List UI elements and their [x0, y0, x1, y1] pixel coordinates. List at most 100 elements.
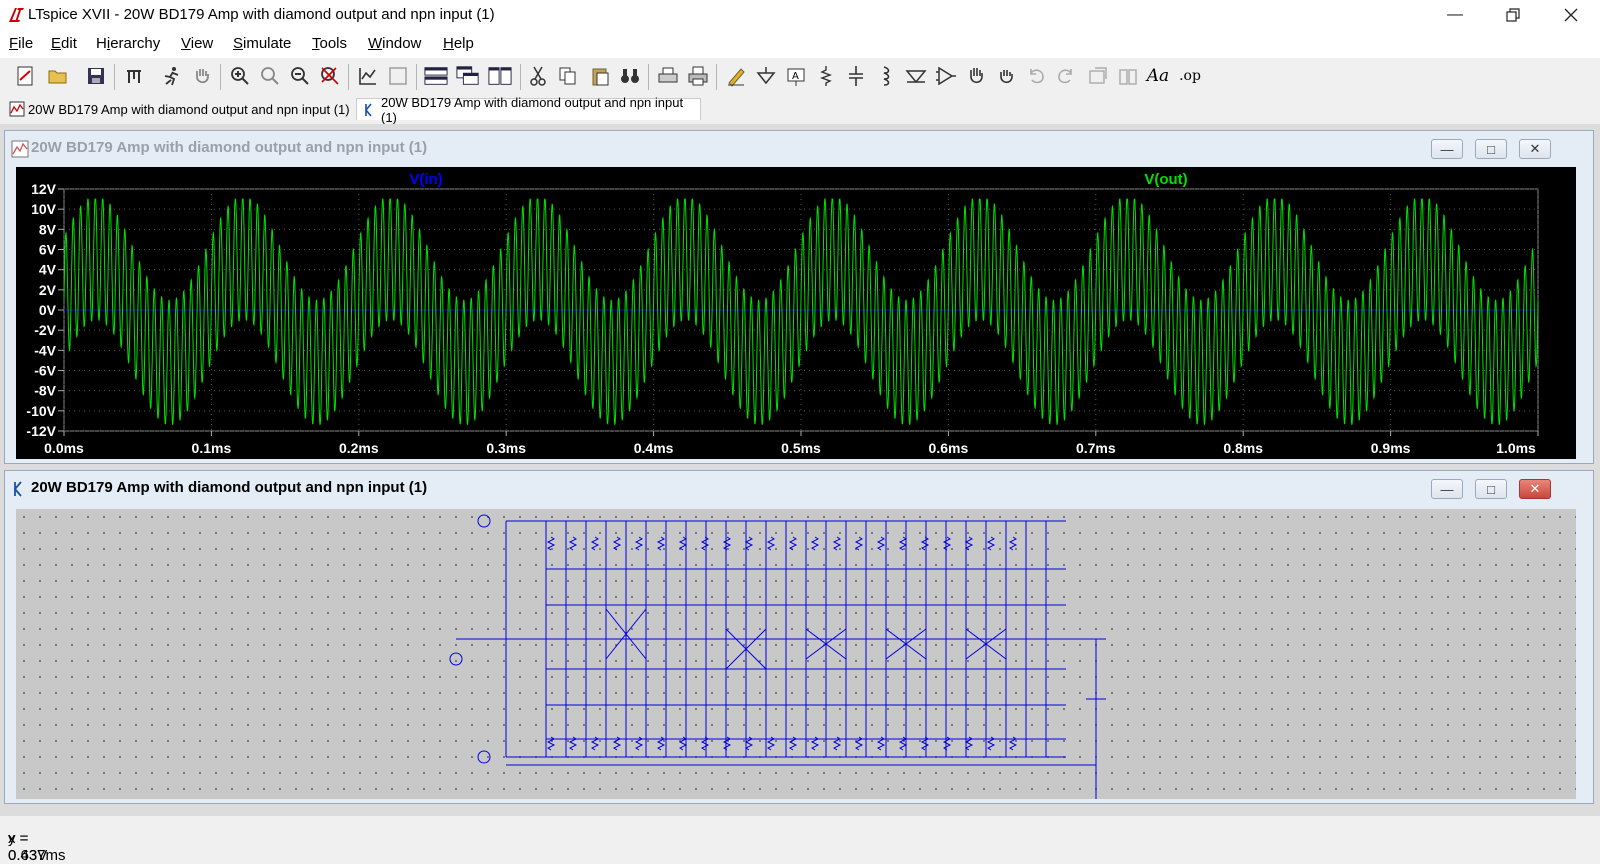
y-tick-label: -12V	[26, 423, 56, 439]
x-tick-label: 0.1ms	[192, 440, 232, 456]
label-net-icon[interactable]: A	[784, 64, 808, 88]
zoom-in-icon[interactable]	[228, 64, 252, 88]
x-tick-label: 0.0ms	[44, 440, 84, 456]
minimize-button[interactable]: —	[1426, 0, 1484, 30]
waveform-plot: 12V 10V 8V 6V 4V 2V 0V -2V -4V -6V -8V -10V -12V 0.0…	[26, 171, 1539, 456]
zoom-out-icon[interactable]	[288, 64, 312, 88]
plot-maximize-button[interactable]: □	[1475, 139, 1507, 159]
cut-icon[interactable]	[526, 64, 550, 88]
resistor-symbol	[700, 536, 710, 551]
resistor-symbol	[854, 536, 864, 551]
resistor-symbol	[656, 536, 666, 551]
capacitor-icon[interactable]	[844, 64, 868, 88]
diode-icon[interactable]	[904, 64, 928, 88]
document-tabs: 20W BD179 Amp with diamond output and np…	[0, 95, 1600, 125]
schematic-maximize-button[interactable]: □	[1475, 479, 1507, 499]
restore-button[interactable]	[1484, 0, 1542, 30]
resistor-symbol	[612, 536, 622, 551]
y-tick-label: -2V	[34, 322, 56, 338]
zoom-pan-icon[interactable]	[258, 64, 282, 88]
close-icon	[1564, 8, 1578, 22]
x-tick-label: 0.2ms	[339, 440, 379, 456]
menu-bar: File Edit Hierarchy View Simulate Tools …	[0, 30, 1600, 58]
save-icon[interactable]	[84, 64, 108, 88]
schematic-minimize-button[interactable]: —	[1431, 479, 1463, 499]
y-tick-label: 8V	[39, 221, 57, 237]
menu-tools[interactable]: Tools	[312, 35, 347, 52]
schematic-window: 20W BD179 Amp with diamond output and np…	[4, 470, 1594, 804]
halt-hand-icon[interactable]	[190, 64, 214, 88]
y-tick-label: 10V	[31, 201, 57, 217]
inductor-icon[interactable]	[874, 64, 898, 88]
source-vin	[449, 652, 463, 666]
plot-minimize-button[interactable]: —	[1431, 139, 1463, 159]
menu-help[interactable]: Help	[443, 35, 474, 52]
menu-window[interactable]: Window	[368, 35, 421, 52]
resistor-symbol	[788, 536, 798, 551]
run-icon[interactable]	[160, 64, 184, 88]
schematic-close-button[interactable]: ✕	[1519, 479, 1551, 499]
autorange-icon[interactable]	[356, 64, 380, 88]
ground-icon[interactable]	[754, 64, 778, 88]
x-tick-label: 0.6ms	[929, 440, 969, 456]
svg-text:A: A	[792, 71, 799, 82]
menu-view[interactable]: View	[181, 35, 213, 52]
zoom-fit-icon[interactable]	[318, 64, 342, 88]
resistor-symbol	[722, 536, 732, 551]
redo-icon[interactable]	[1054, 64, 1078, 88]
waveform-icon	[9, 101, 25, 117]
tile-vertical-icon[interactable]	[488, 64, 512, 88]
y-tick-label: -10V	[26, 403, 56, 419]
source-vminus	[477, 750, 491, 764]
paste-icon[interactable]	[588, 64, 612, 88]
tab-waveform[interactable]: 20W BD179 Amp with diamond output and np…	[4, 98, 354, 120]
draw-wire-icon[interactable]	[724, 64, 748, 88]
waveform-icon	[11, 140, 29, 158]
resistor-symbol	[590, 536, 600, 551]
restore-icon	[1506, 8, 1520, 22]
text-icon[interactable]: Aa	[1146, 64, 1170, 88]
undo-icon[interactable]	[1024, 64, 1048, 88]
resistor-symbol	[678, 536, 688, 551]
dc-op-label-icon[interactable]	[386, 64, 410, 88]
x-tick-label: 0.4ms	[634, 440, 674, 456]
toolbar: A Aa .op	[0, 58, 1600, 97]
drag-hand-icon[interactable]	[994, 64, 1018, 88]
move-hand-icon[interactable]	[964, 64, 988, 88]
y-tick-label: -6V	[34, 363, 56, 379]
plot-close-button[interactable]: ✕	[1519, 139, 1551, 159]
schematic-icon	[364, 103, 372, 117]
tile-horizontal-icon[interactable]	[424, 64, 448, 88]
legend-vout: V(out)	[1144, 171, 1187, 188]
menu-edit[interactable]: Edit	[51, 35, 77, 52]
menu-simulate[interactable]: Simulate	[233, 35, 291, 52]
x-tick-label: 1.0ms	[1496, 440, 1536, 456]
x-axis-ticks: 0.0ms 0.1ms 0.2ms 0.3ms 0.4ms 0.5ms 0.6ms 0.7ms…	[44, 431, 1539, 456]
mirror-icon[interactable]	[1116, 64, 1140, 88]
open-folder-icon[interactable]	[46, 64, 70, 88]
print-setup-icon[interactable]	[656, 64, 680, 88]
cascade-icon[interactable]	[456, 64, 480, 88]
find-icon[interactable]	[618, 64, 642, 88]
tab-schematic[interactable]: 20W BD179 Amp with diamond output and np…	[356, 95, 701, 125]
resistor-symbol	[942, 536, 952, 551]
vout-trace	[63, 198, 1539, 426]
waveform-window: 20W BD179 Amp with diamond output and np…	[4, 130, 1594, 464]
close-button[interactable]	[1542, 0, 1600, 30]
rotate-icon[interactable]	[1086, 64, 1110, 88]
menu-hierarchy[interactable]: Hierarchy	[96, 35, 160, 52]
plot-area[interactable]: 12V 10V 8V 6V 4V 2V 0V -2V -4V -6V -8V -10V -12V 0.0…	[16, 167, 1576, 459]
new-schematic-icon[interactable]	[14, 64, 38, 88]
spice-directive-icon[interactable]: .op	[1178, 64, 1202, 88]
x-tick-label: 0.3ms	[486, 440, 526, 456]
print-icon[interactable]	[686, 64, 710, 88]
schematic-canvas[interactable]	[16, 509, 1576, 799]
schematic-window-title: 20W BD179 Amp with diamond output and np…	[31, 479, 428, 496]
copy-icon[interactable]	[556, 64, 580, 88]
y-tick-label: 0V	[39, 302, 57, 318]
resistor-icon[interactable]	[814, 64, 838, 88]
menu-file[interactable]: File	[9, 35, 33, 52]
source-vplus	[477, 514, 491, 528]
component-icon[interactable]	[934, 64, 958, 88]
control-panel-icon[interactable]	[122, 64, 146, 88]
